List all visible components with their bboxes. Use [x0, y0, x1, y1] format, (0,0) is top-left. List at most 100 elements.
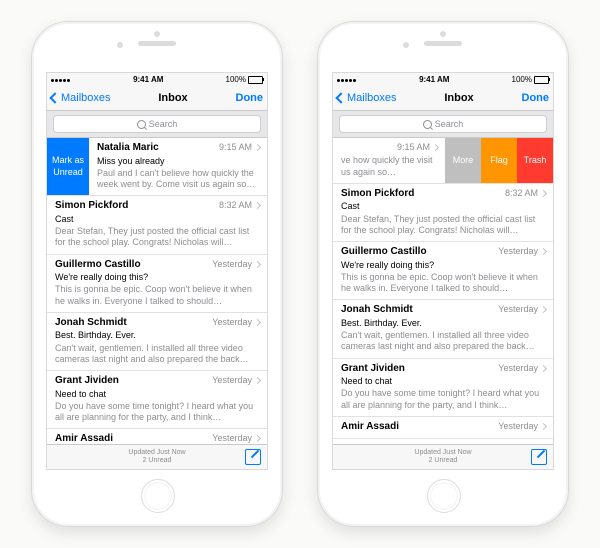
mail-sender: Amir Assadi	[341, 421, 399, 434]
mail-sender: Natalia Maric	[97, 142, 159, 155]
mail-preview: Dear Stefan, They just posted the offici…	[341, 214, 546, 237]
device-top-hardware	[318, 22, 568, 72]
chevron-left-icon	[335, 92, 346, 103]
status-battery: 100%	[226, 75, 263, 84]
mail-subject: We're really doing this?	[341, 260, 546, 271]
mail-row[interactable]: Simon Pickford 8:32 AM Cast Dear Stefan,…	[47, 196, 267, 254]
mail-preview: Can't wait, gentlemen. I installed all t…	[55, 343, 260, 366]
search-placeholder: Search	[149, 119, 178, 129]
mail-subject: Cast	[55, 214, 260, 225]
mail-subject: Miss you already	[97, 156, 260, 167]
battery-percent: 100%	[226, 75, 246, 84]
mail-subject: Best. Birthday. Ever.	[55, 330, 260, 341]
chevron-right-icon	[432, 144, 439, 151]
home-button[interactable]	[141, 479, 175, 513]
battery-icon	[534, 76, 549, 84]
mail-preview: Paul and I can't believe how quickly the…	[97, 168, 260, 191]
chevron-right-icon	[254, 377, 261, 384]
toolbar: Updated Just Now 2 Unread	[333, 444, 553, 469]
mail-time: 8:32 AM	[505, 188, 538, 199]
back-label: Mailboxes	[61, 92, 111, 104]
nav-bar: Mailboxes Inbox Done	[47, 86, 267, 111]
screen: 9:41 AM 100% Mailboxes Inbox Done Search	[332, 72, 554, 470]
inbox-list[interactable]: 9:15 AM ve how quickly the visit us agai…	[333, 138, 553, 444]
chevron-right-icon	[540, 190, 547, 197]
mail-row[interactable]: Grant Jividen Yesterday Need to chat Do …	[333, 359, 553, 417]
back-button[interactable]: Mailboxes	[337, 92, 397, 104]
inbox-list[interactable]: Mark as Unread Natalia Maric 9:15 AM Mis…	[47, 138, 267, 444]
mail-subject: Cast	[341, 201, 546, 212]
status-bar: 9:41 AM 100%	[47, 73, 267, 86]
mail-time: Yesterday	[498, 421, 538, 432]
mail-subject: Best. Birthday. Ever.	[341, 318, 546, 329]
mail-sender: Jonah Schmidt	[341, 304, 413, 317]
screen: 9:41 AM 100% Mailboxes Inbox Done Search…	[46, 72, 268, 470]
mail-subject: Need to chat	[341, 376, 546, 387]
search-input[interactable]: Search	[339, 115, 547, 133]
search-icon	[137, 120, 146, 129]
done-button[interactable]: Done	[522, 92, 550, 104]
mail-sender: Guillermo Castillo	[341, 246, 427, 259]
mail-row[interactable]: Simon Pickford 8:32 AM Cast Dear Stefan,…	[333, 184, 553, 242]
mail-sender: Simon Pickford	[341, 188, 414, 201]
mail-sender: Jonah Schmidt	[55, 317, 127, 330]
mail-row[interactable]: Guillermo Castillo Yesterday We're reall…	[47, 255, 267, 313]
search-placeholder: Search	[435, 119, 464, 129]
chevron-right-icon	[254, 202, 261, 209]
mail-preview: Do you have some time tonight? I heard w…	[55, 401, 260, 424]
chevron-right-icon	[540, 365, 547, 372]
mail-time: Yesterday	[212, 375, 252, 386]
search-icon	[423, 120, 432, 129]
done-button[interactable]: Done	[236, 92, 264, 104]
home-button[interactable]	[427, 479, 461, 513]
trash-button[interactable]: Trash	[517, 138, 553, 183]
mail-preview: This is gonna be epic. Coop won't believ…	[55, 284, 260, 307]
mail-preview: ve how quickly the visit us again so…	[341, 155, 438, 178]
mail-time: 8:32 AM	[219, 200, 252, 211]
chevron-left-icon	[49, 92, 60, 103]
battery-icon	[248, 76, 263, 84]
status-time: 9:41 AM	[133, 75, 163, 84]
search-bar-wrap: Search	[333, 111, 553, 138]
search-input[interactable]: Search	[53, 115, 261, 133]
mail-time: Yesterday	[498, 304, 538, 315]
mail-row[interactable]: Amir Assadi Yesterday	[333, 417, 553, 440]
chevron-right-icon	[254, 435, 261, 442]
mail-row[interactable]: Mark as Unread Natalia Maric 9:15 AM Mis…	[47, 138, 267, 196]
mail-row[interactable]: Jonah Schmidt Yesterday Best. Birthday. …	[333, 300, 553, 358]
mail-sender: Simon Pickford	[55, 200, 128, 213]
mail-row[interactable]: Jonah Schmidt Yesterday Best. Birthday. …	[47, 313, 267, 371]
mark-unread-button[interactable]: Mark as Unread	[47, 138, 89, 195]
battery-percent: 100%	[512, 75, 532, 84]
mail-subject: We're really doing this?	[55, 272, 260, 283]
flag-button[interactable]: Flag	[481, 138, 517, 183]
mail-row[interactable]: 9:15 AM ve how quickly the visit us agai…	[333, 138, 553, 184]
nav-title: Inbox	[444, 92, 473, 104]
status-bar: 9:41 AM 100%	[333, 73, 553, 86]
mail-row[interactable]: Amir Assadi Yesterday	[47, 429, 267, 444]
back-button[interactable]: Mailboxes	[51, 92, 111, 104]
chevron-right-icon	[254, 144, 261, 151]
mail-subject: Need to chat	[55, 389, 260, 400]
mail-preview: This is gonna be epic. Coop won't believ…	[341, 272, 546, 295]
chevron-right-icon	[540, 248, 547, 255]
toolbar-unread: 2 Unread	[143, 457, 172, 465]
chevron-right-icon	[540, 306, 547, 313]
mail-time: Yesterday	[212, 259, 252, 270]
status-battery: 100%	[512, 75, 549, 84]
mail-sender: Grant Jividen	[55, 375, 119, 388]
compose-button[interactable]	[245, 449, 261, 465]
chevron-right-icon	[540, 423, 547, 430]
mail-preview: Do you have some time tonight? I heard w…	[341, 388, 546, 411]
mail-row[interactable]: Guillermo Castillo Yesterday We're reall…	[333, 242, 553, 300]
mail-time: Yesterday	[212, 433, 252, 444]
mail-row[interactable]: Grant Jividen Yesterday Need to chat Do …	[47, 371, 267, 429]
mail-sender: Grant Jividen	[341, 363, 405, 376]
back-label: Mailboxes	[347, 92, 397, 104]
mail-time: 9:15 AM	[219, 142, 252, 153]
compose-button[interactable]	[531, 449, 547, 465]
nav-title: Inbox	[158, 92, 187, 104]
mail-time: Yesterday	[498, 363, 538, 374]
mail-preview: Can't wait, gentlemen. I installed all t…	[341, 330, 546, 353]
more-button[interactable]: More	[445, 138, 481, 183]
